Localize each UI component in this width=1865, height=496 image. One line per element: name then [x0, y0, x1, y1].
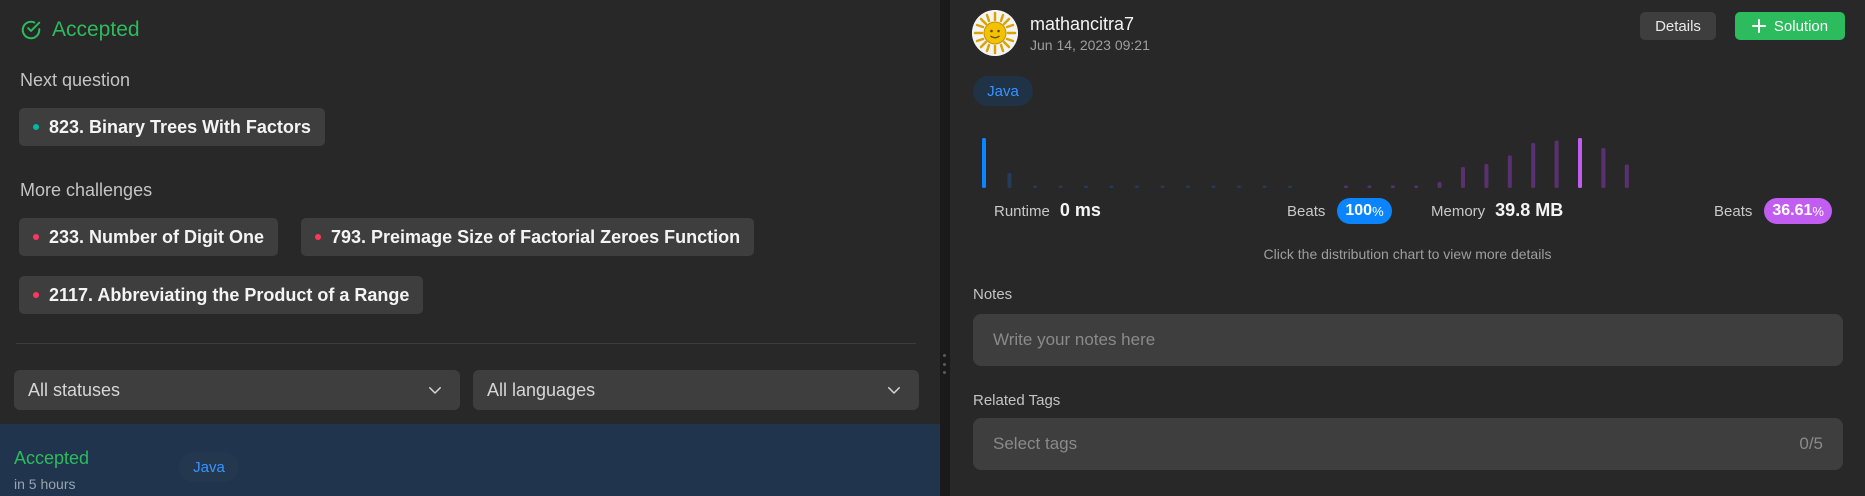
memory-beats-unit: %: [1812, 203, 1824, 219]
difficulty-dot-hard: [33, 234, 39, 240]
tags-count: 0/5: [1799, 434, 1823, 453]
chevron-down-icon: [888, 387, 900, 394]
next-question-label: Next question: [20, 70, 131, 90]
memory-beats: Beats 36.61%: [1714, 198, 1832, 224]
challenge-chip[interactable]: 2117. Abbreviating the Product of a Rang…: [19, 276, 424, 314]
distribution-hint: Click the distribution chart to view mor…: [1263, 246, 1552, 262]
left-panel: Accepted Next question 823. Binary Trees…: [0, 0, 940, 496]
memory-value: 39.8 MB: [1495, 200, 1564, 220]
section-divider: [16, 343, 916, 344]
runtime-beats-value: 100: [1345, 202, 1373, 219]
submission-date: Jun 14, 2023 09:21: [1030, 37, 1150, 53]
distribution-bar[interactable]: [1578, 138, 1582, 188]
runtime-metric: Runtime 0 ms: [994, 200, 1101, 221]
distribution-bar[interactable]: [1601, 148, 1606, 188]
app-root: Accepted Next question 823. Binary Trees…: [0, 0, 1865, 496]
language-badge: Java: [973, 76, 1033, 106]
distribution-bar[interactable]: [1160, 185, 1165, 189]
distribution-bar[interactable]: [1109, 185, 1114, 189]
distribution-bar[interactable]: [1058, 185, 1063, 189]
next-question-chip[interactable]: 823. Binary Trees With Factors: [19, 108, 325, 146]
memory-beats-badge: 36.61%: [1764, 198, 1832, 224]
result-header: Accepted: [20, 18, 140, 42]
distribution-bar[interactable]: [1135, 185, 1139, 189]
username[interactable]: mathancitra7: [1030, 14, 1134, 35]
memory-beats-value: 36.61: [1772, 202, 1813, 219]
challenge-chip[interactable]: 793. Preimage Size of Factorial Zeroes F…: [301, 218, 755, 256]
right-panel: mathancitra7 Jun 14, 2023 09:21 Details …: [950, 0, 1865, 496]
language-filter-select[interactable]: All languages: [473, 370, 919, 410]
tags-select[interactable]: Select tags 0/5: [973, 418, 1843, 470]
tags-placeholder: Select tags: [993, 434, 1078, 453]
runtime-label: Runtime: [994, 203, 1050, 220]
drag-grip-icon[interactable]: [943, 354, 946, 374]
distribution-bar[interactable]: [1531, 143, 1536, 188]
distribution-chart[interactable]: [982, 130, 1842, 190]
challenge-title: 793. Preimage Size of Factorial Zeroes F…: [331, 226, 741, 247]
details-button-label: Details: [1655, 17, 1701, 35]
difficulty-dot-medium: [33, 124, 39, 130]
runtime-beats-label: Beats: [1287, 202, 1326, 220]
difficulty-dot-hard: [33, 292, 39, 298]
distribution-bar[interactable]: [1461, 167, 1465, 188]
distribution-bar[interactable]: [1262, 185, 1267, 189]
challenge-title: 2117. Abbreviating the Product of a Rang…: [49, 284, 410, 305]
runtime-beats-badge: 100%: [1337, 198, 1392, 224]
distribution-bar[interactable]: [982, 138, 986, 188]
plus-icon: [1751, 19, 1766, 33]
distribution-bar[interactable]: [1288, 185, 1292, 189]
distribution-bar[interactable]: [1186, 185, 1190, 189]
sun-avatar-icon: [972, 10, 1018, 56]
difficulty-dot-hard: [315, 234, 321, 240]
status-filter-select[interactable]: All statuses: [14, 370, 460, 410]
submission-time: in 5 hours: [14, 476, 76, 492]
distribution-bar[interactable]: [1084, 185, 1088, 189]
next-question-title: 823. Binary Trees With Factors: [49, 116, 311, 137]
solution-button-label: Solution: [1773, 17, 1829, 35]
runtime-beats: Beats 100%: [1287, 198, 1392, 224]
details-button[interactable]: Details: [1640, 12, 1716, 40]
distribution-bar[interactable]: [1344, 185, 1348, 189]
distribution-bar[interactable]: [1367, 185, 1372, 189]
distribution-bar[interactable]: [1211, 185, 1216, 189]
distribution-bar[interactable]: [1624, 164, 1629, 189]
memory-metric: Memory 39.8 MB: [1431, 200, 1563, 221]
check-circle-icon: [21, 20, 41, 40]
distribution-bar[interactable]: [1507, 155, 1512, 189]
result-status: Accepted: [52, 18, 140, 41]
notes-input[interactable]: Write your notes here: [973, 314, 1843, 366]
distribution-bar[interactable]: [1437, 182, 1442, 188]
distribution-bar[interactable]: [1484, 164, 1489, 188]
avatar[interactable]: [972, 10, 1018, 56]
distribution-bar[interactable]: [1007, 173, 1012, 188]
distribution-bar[interactable]: [1237, 185, 1241, 189]
memory-beats-label: Beats: [1714, 202, 1753, 220]
challenge-title: 233. Number of Digit One: [49, 226, 265, 247]
language-filter-value: All languages: [487, 379, 596, 400]
notes-label: Notes: [973, 286, 1013, 303]
submission-status: Accepted: [14, 448, 90, 468]
distribution-bar[interactable]: [1554, 140, 1559, 189]
challenge-chip[interactable]: 233. Number of Digit One: [19, 218, 279, 256]
chevron-down-icon: [429, 387, 441, 394]
add-solution-button[interactable]: Solution: [1735, 12, 1845, 40]
status-filter-value: All statuses: [28, 379, 121, 400]
submission-language-badge: Java: [179, 452, 239, 482]
memory-label: Memory: [1431, 203, 1486, 220]
related-tags-label: Related Tags: [973, 392, 1061, 409]
runtime-value: 0 ms: [1059, 200, 1101, 220]
more-challenges-label: More challenges: [20, 180, 153, 200]
panel-resize-handle[interactable]: [940, 0, 950, 496]
runtime-beats-unit: %: [1372, 203, 1384, 219]
distribution-bar[interactable]: [1414, 185, 1419, 189]
distribution-bar[interactable]: [1033, 185, 1037, 189]
submission-row[interactable]: Accepted in 5 hours Java: [0, 424, 940, 496]
notes-placeholder: Write your notes here: [993, 330, 1156, 349]
distribution-bar[interactable]: [1390, 185, 1395, 189]
